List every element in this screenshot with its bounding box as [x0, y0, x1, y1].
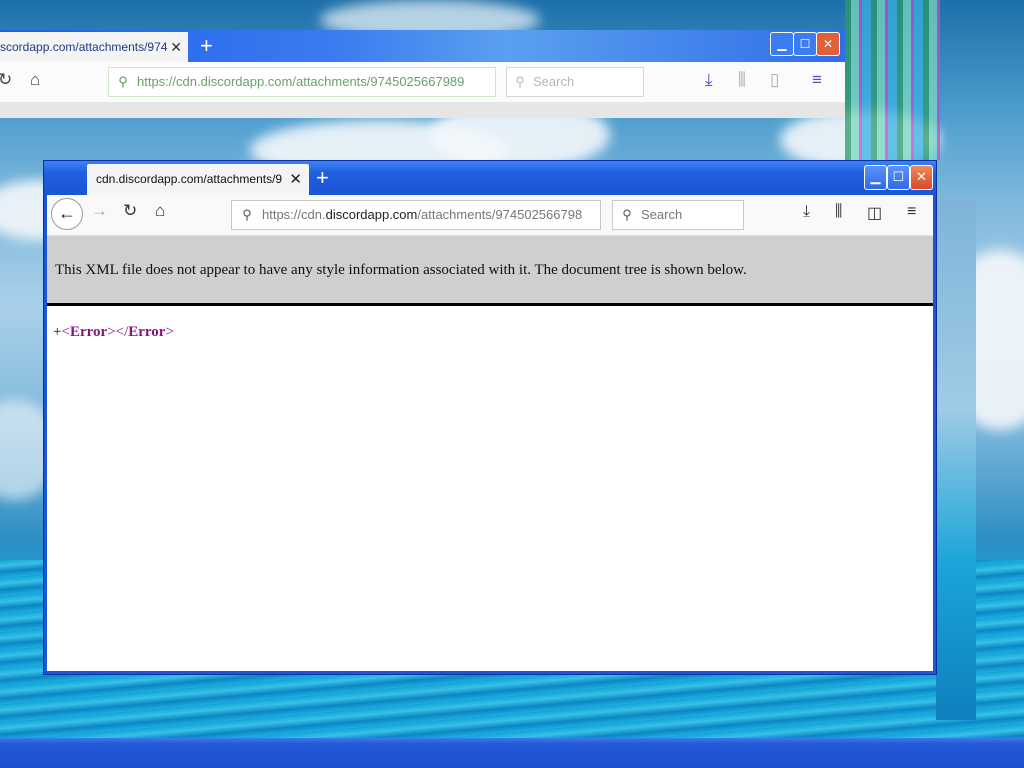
ghost-url-bar: ⚲ https://cdn.discordapp.com/attachments/… — [108, 67, 496, 97]
taskbar — [0, 738, 1024, 768]
ghost-search-placeholder: Search — [533, 74, 575, 89]
search-icon: ⚲ — [622, 207, 632, 222]
ghost-tab: scordapp.com/attachments/974 ✕ — [0, 32, 188, 62]
search-box[interactable]: ⚲ Search — [612, 200, 744, 230]
home-icon[interactable]: ⌂ — [155, 201, 165, 221]
tree-close-tag: Error — [128, 324, 166, 340]
url-search-icon: ⚲ — [242, 207, 252, 222]
ghost-tab-title: scordapp.com/attachments/974 — [0, 40, 168, 54]
url-domain: discordapp.com — [325, 207, 418, 222]
nav-toolbar: ← → ↻ ⌂ ⚲ https://cdn.discordapp.com/atta… — [47, 195, 933, 236]
library-icon[interactable]: ⫼ — [835, 203, 842, 221]
ghost-tab-close-icon: ✕ — [170, 39, 182, 55]
search-placeholder: Search — [641, 207, 683, 222]
tree-close-gt: > — [165, 324, 174, 340]
ghost-close-icon: ✕ — [816, 32, 840, 56]
ghost-browser-window: scordapp.com/attachments/974 ✕ + ▁ ☐ ✕ ↻… — [0, 0, 845, 118]
ghost-library-icon: ⫼ — [738, 70, 746, 89]
xml-document-tree: +<Error></Error> — [53, 324, 174, 341]
ghost-sidebar-icon: ▯ — [770, 70, 780, 89]
ghost-new-tab-icon: + — [200, 33, 213, 58]
url-path: /attachments/974502566798 — [417, 207, 583, 222]
minimize-button[interactable]: ▁ — [864, 165, 887, 190]
reload-icon[interactable]: ↻ — [123, 201, 137, 221]
ghost-reload-icon: ↻ — [0, 70, 13, 89]
url-prefix: https://cdn. — [262, 207, 326, 222]
xml-style-notice: This XML file does not appear to have an… — [47, 236, 933, 306]
hamburger-menu-icon[interactable]: ≡ — [907, 203, 916, 221]
ghost-content-strip — [0, 102, 845, 118]
url-bar[interactable]: ⚲ https://cdn.discordapp.com/attachments/… — [231, 200, 601, 230]
ghost-maximize-icon: ☐ — [793, 32, 817, 56]
sidebar-icon[interactable]: ◫ — [867, 203, 882, 223]
ghost-search-box-icon: ⚲ — [515, 74, 525, 89]
ghost-url-text: https://cdn.discordapp.com/attachments/9… — [137, 74, 465, 89]
browser-window: cdn.discordapp.com/attachments/974 ✕ + ▁… — [44, 161, 936, 674]
tree-open-tag: Error — [69, 324, 108, 340]
xml-notice-text: This XML file does not appear to have an… — [55, 262, 747, 278]
ghost-menu-icon: ≡ — [812, 70, 822, 89]
tree-open-lt: < — [61, 324, 70, 340]
download-icon[interactable]: ⤓ — [803, 203, 810, 221]
ghost-home-icon: ⌂ — [30, 70, 41, 89]
ghost-search-box: ⚲ Search — [506, 67, 644, 97]
tab-close-icon[interactable]: ✕ — [289, 164, 302, 195]
forward-arrow-icon[interactable]: → — [91, 201, 108, 221]
tree-gt-lt: ></ — [107, 324, 129, 340]
ghost-search-icon: ⚲ — [118, 74, 128, 89]
back-arrow-icon[interactable]: ← — [51, 198, 83, 230]
page-content: This XML file does not appear to have an… — [47, 236, 933, 671]
close-button[interactable]: ✕ — [910, 165, 933, 190]
browser-tab[interactable]: cdn.discordapp.com/attachments/974 ✕ — [87, 164, 309, 195]
ghost-download-icon: ⤓ — [705, 70, 713, 89]
ghost-minimize-icon: ▁ — [770, 32, 794, 56]
new-tab-button[interactable]: + — [316, 163, 329, 193]
maximize-button[interactable]: ☐ — [887, 165, 910, 190]
tab-title: cdn.discordapp.com/attachments/974 — [96, 172, 282, 186]
